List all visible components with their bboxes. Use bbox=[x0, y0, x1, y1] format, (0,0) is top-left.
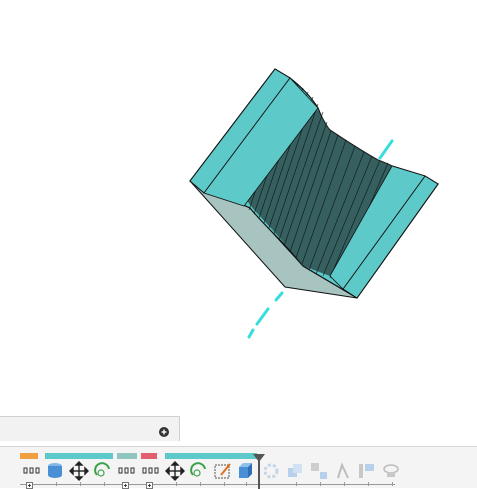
move-arrows-icon bbox=[165, 461, 185, 481]
pattern-icon bbox=[263, 463, 279, 479]
timeline-item-revolve-2[interactable] bbox=[189, 461, 209, 481]
timeline-item-move[interactable] bbox=[69, 461, 89, 481]
timeline-item-body[interactable] bbox=[236, 461, 256, 481]
feature-bar bbox=[117, 453, 137, 459]
timeline-item-circular-pattern[interactable] bbox=[261, 461, 281, 481]
timeline-tick bbox=[200, 482, 201, 486]
sketch-grid-icon bbox=[118, 467, 135, 474]
timeline-tick bbox=[176, 482, 177, 486]
timeline-tick bbox=[320, 482, 321, 486]
timeline-item-extrude[interactable] bbox=[45, 461, 65, 481]
timeline-tick bbox=[392, 482, 393, 486]
timeline-tick bbox=[104, 482, 105, 486]
model-canvas[interactable] bbox=[0, 0, 477, 416]
timeline-item-joint[interactable] bbox=[381, 461, 401, 481]
3d-viewport[interactable] bbox=[0, 0, 477, 416]
timeline-tick bbox=[368, 482, 369, 486]
body-box-icon bbox=[239, 463, 252, 478]
timeline-tick bbox=[56, 482, 57, 486]
timeline[interactable] bbox=[0, 446, 477, 489]
combine-icon bbox=[288, 464, 302, 477]
timeline-tick bbox=[80, 482, 81, 486]
timeline-tick bbox=[224, 482, 225, 486]
timeline-item-offset-plane[interactable] bbox=[357, 461, 377, 481]
timeline-tick bbox=[246, 482, 247, 486]
split-icon bbox=[311, 463, 327, 479]
sketch-grid-icon bbox=[23, 467, 40, 474]
sketch-edit-icon bbox=[214, 463, 231, 479]
sketch-grid-icon bbox=[142, 467, 159, 474]
timeline-item-move-2[interactable] bbox=[165, 461, 185, 481]
timeline-item-combine[interactable] bbox=[285, 461, 305, 481]
revolve-icon bbox=[190, 462, 206, 477]
feature-bar bbox=[45, 453, 113, 459]
comments-panel bbox=[0, 416, 180, 441]
timeline-item-thicken[interactable] bbox=[333, 461, 353, 481]
feature-bar bbox=[141, 453, 157, 459]
feature-bar bbox=[20, 453, 38, 459]
timeline-item-split[interactable] bbox=[309, 461, 329, 481]
feature-bar bbox=[165, 453, 257, 459]
timeline-ruler bbox=[20, 484, 395, 485]
timeline-tick bbox=[296, 482, 297, 486]
plus-circle-icon[interactable] bbox=[158, 423, 170, 437]
timeline-tick bbox=[344, 482, 345, 486]
plane-icon bbox=[359, 464, 374, 478]
timeline-marker-icon[interactable] bbox=[253, 454, 265, 462]
timeline-item-sketch-3[interactable] bbox=[141, 461, 161, 481]
timeline-item-sketch[interactable] bbox=[22, 461, 42, 481]
revolve-icon bbox=[94, 462, 110, 477]
joint-icon bbox=[383, 464, 399, 477]
timeline-item-sketch-2[interactable] bbox=[117, 461, 137, 481]
timeline-item-revolve[interactable] bbox=[93, 461, 113, 481]
extrude-body-icon bbox=[48, 463, 62, 478]
timeline-item-sketch-edit[interactable] bbox=[213, 461, 233, 481]
thicken-icon bbox=[337, 462, 349, 479]
move-arrows-icon bbox=[69, 461, 89, 481]
